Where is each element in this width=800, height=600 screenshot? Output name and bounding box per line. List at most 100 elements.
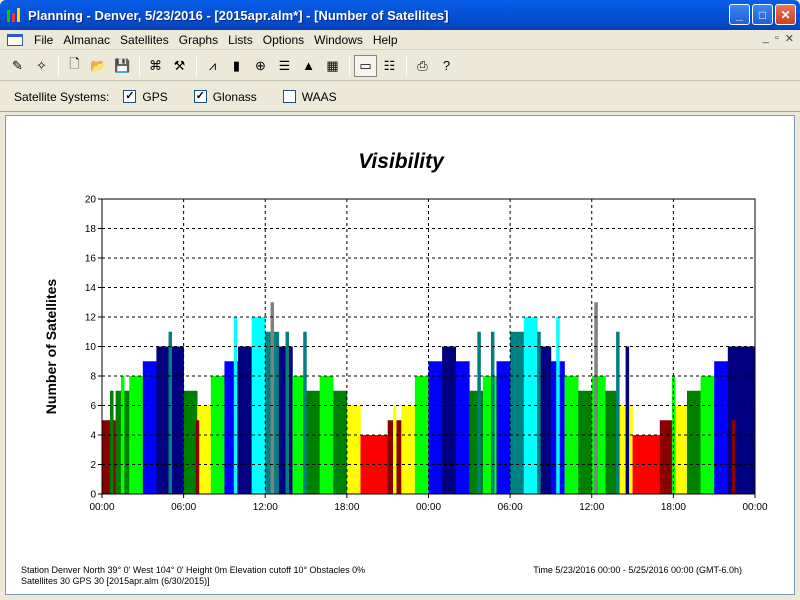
bar	[428, 361, 443, 494]
y-tick-label: 4	[90, 431, 96, 442]
bar	[591, 376, 606, 494]
y-tick-label: 14	[85, 283, 97, 294]
window-title: Planning - Denver, 5/23/2016 - [2015apr.…	[28, 7, 449, 23]
spike-bar	[477, 331, 481, 494]
bar	[401, 405, 416, 494]
bar	[102, 420, 116, 494]
y-tick-label: 12	[85, 313, 97, 324]
open-icon: 📂	[90, 57, 107, 73]
world-button[interactable]: ▦	[321, 55, 344, 77]
visibility-button[interactable]: ☰	[273, 55, 296, 77]
bar	[346, 405, 361, 494]
elevation-icon: ⩘	[208, 57, 217, 73]
visibility-icon: ☰	[278, 57, 291, 73]
station-info: Station Denver North 39° 0' West 104° 0'…	[21, 565, 365, 587]
menu-options[interactable]: Options	[258, 33, 309, 47]
spike-bar	[490, 331, 495, 494]
bar	[469, 390, 484, 494]
open-button[interactable]: 📂	[87, 55, 110, 77]
x-tick-label: 00:00	[416, 502, 441, 513]
bar	[673, 405, 688, 494]
legend-button[interactable]: ☷	[378, 55, 401, 77]
waas-checkbox[interactable]: WAAS	[282, 89, 337, 104]
menu-file[interactable]: File	[29, 33, 58, 47]
y-tick-label: 6	[90, 401, 96, 412]
chart-view-button[interactable]: ▭	[354, 54, 377, 77]
maximize-button[interactable]: □	[752, 4, 773, 25]
y-tick-label: 0	[90, 490, 96, 501]
bar	[197, 405, 212, 494]
bar	[686, 390, 701, 494]
spike-bar	[731, 420, 736, 494]
waas-check-box[interactable]	[282, 90, 296, 103]
spike-bar	[270, 302, 275, 494]
close-button[interactable]: ✕	[775, 4, 796, 25]
menu-satellites[interactable]: Satellites	[115, 33, 174, 47]
satellite-button[interactable]: ✧	[30, 55, 53, 77]
bar	[183, 390, 198, 494]
x-tick-label: 18:00	[334, 502, 359, 513]
gps-check-box[interactable]: ✓	[123, 90, 137, 103]
waas-label: WAAS	[301, 89, 337, 104]
toolbar: ✎ ✧ 🗋 📂 💾 ⌘ ⚒ ⩘ ▮ ⊕ ☰ ▲ ▦ ▭ ☷ ⎙?	[0, 51, 800, 81]
satellites-bar-icon: ▮	[232, 57, 241, 73]
new-button[interactable]: 🗋	[63, 55, 86, 77]
x-tick-label: 06:00	[498, 502, 523, 513]
toolbar-separator	[406, 55, 407, 76]
mdi-restore-button[interactable]: ▫	[775, 32, 779, 45]
glonass-checkbox[interactable]: ✓ Glonass	[193, 89, 257, 104]
bar	[741, 346, 756, 494]
app-icon	[6, 7, 22, 23]
menu-lists[interactable]: Lists	[223, 33, 258, 47]
menu-graphs[interactable]: Graphs	[174, 33, 223, 47]
bar	[714, 361, 729, 494]
save-icon: 💾	[114, 57, 131, 73]
dop-button[interactable]: ▲	[297, 55, 320, 77]
gps-label: GPS	[142, 89, 168, 104]
help-button[interactable]: ?	[435, 55, 458, 77]
spike-bar	[537, 331, 541, 494]
obstacles-button[interactable]: ⌘	[144, 55, 167, 77]
menu-windows[interactable]: Windows	[309, 33, 368, 47]
bar	[496, 361, 511, 494]
gps-checkbox[interactable]: ✓ GPS	[123, 89, 168, 104]
menu-almanac[interactable]: Almanac	[58, 33, 115, 47]
satellites-bar-button[interactable]: ▮	[225, 55, 248, 77]
elevation-button[interactable]: ⩘	[201, 55, 224, 77]
glonass-check-box[interactable]: ✓	[193, 90, 207, 103]
glonass-label: Glonass	[212, 89, 257, 104]
save-button[interactable]: 💾	[111, 55, 134, 77]
menu-help[interactable]: Help	[368, 33, 403, 47]
world-icon: ▦	[326, 57, 339, 73]
y-tick-label: 16	[85, 254, 97, 265]
minimize-button[interactable]: _	[729, 4, 750, 25]
time-range: Time 5/23/2016 00:00 - 5/25/2016 00:00 (…	[533, 565, 742, 575]
y-tick-label: 18	[85, 224, 97, 235]
chart-view-icon: ▭	[359, 57, 372, 73]
bar	[129, 376, 144, 494]
spike-bar	[110, 390, 114, 494]
document-icon[interactable]	[7, 33, 23, 46]
skyplot-button[interactable]: ⊕	[249, 55, 272, 77]
mdi-close-button[interactable]: ✕	[785, 32, 794, 45]
x-tick-label: 00:00	[89, 502, 114, 513]
y-tick-label: 10	[85, 342, 97, 353]
y-tick-label: 8	[90, 372, 96, 383]
spike-bar	[168, 331, 173, 494]
new-icon: 🗋	[69, 55, 80, 71]
almanac-button[interactable]: ⚒	[168, 55, 191, 77]
print-button[interactable]: ⎙	[411, 55, 434, 77]
station-button[interactable]: ✎	[6, 55, 29, 77]
station-info-line2: Satellites 30 GPS 30 [2015apr.alm (6/30/…	[21, 576, 210, 586]
title-bar[interactable]: Planning - Denver, 5/23/2016 - [2015apr.…	[0, 0, 800, 30]
dop-icon: ▲	[302, 58, 315, 73]
chart-panel: Visibility Number of Satellites 0 2 4 6 8 10 12 1…	[5, 115, 795, 595]
spike-bar	[285, 331, 290, 494]
help-icon: ?	[442, 58, 451, 73]
mdi-minimize-button[interactable]: _	[763, 32, 769, 45]
x-tick-label: 12:00	[253, 502, 278, 513]
bar	[578, 390, 593, 494]
satellite-systems-label: Satellite Systems:	[14, 89, 110, 104]
toolbar-separator	[139, 55, 140, 76]
print-icon: ⎙	[417, 57, 428, 73]
